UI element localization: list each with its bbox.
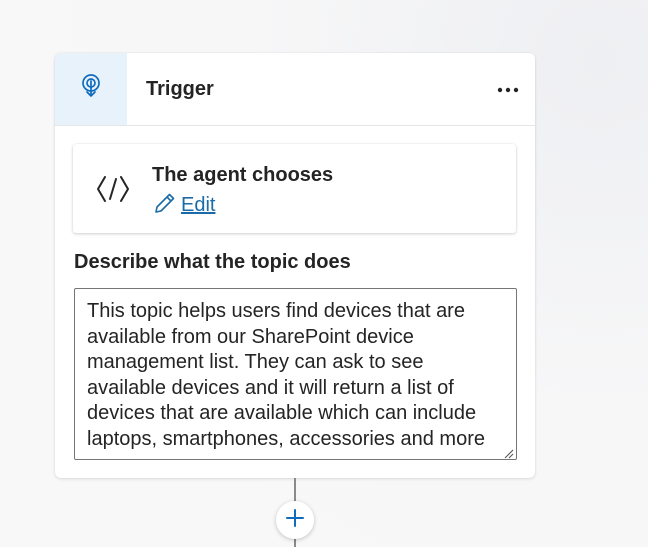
more-horizontal-icon bbox=[497, 80, 519, 98]
edit-link-label: Edit bbox=[181, 193, 216, 216]
edit-trigger-link[interactable]: Edit bbox=[153, 192, 215, 218]
plus-icon bbox=[285, 508, 305, 533]
trigger-node-card: Trigger The agent chooses Edit Describe … bbox=[55, 53, 535, 478]
topic-description-textarea[interactable]: This topic helps users find devices that… bbox=[74, 288, 517, 460]
trigger-title: Trigger bbox=[146, 78, 214, 100]
trigger-icon-container bbox=[55, 53, 127, 125]
trigger-node-header: Trigger bbox=[55, 53, 535, 126]
agent-chooses-label: The agent chooses bbox=[152, 164, 334, 186]
trigger-pin-icon bbox=[79, 73, 103, 106]
code-brackets-icon bbox=[96, 172, 130, 206]
agent-chooses-panel: The agent chooses Edit bbox=[73, 144, 516, 233]
add-node-button[interactable] bbox=[276, 501, 314, 539]
more-options-button[interactable] bbox=[493, 75, 523, 103]
resize-grip-icon[interactable] bbox=[502, 446, 514, 459]
pencil-icon bbox=[153, 191, 177, 220]
describe-topic-label: Describe what the topic does bbox=[74, 251, 351, 273]
